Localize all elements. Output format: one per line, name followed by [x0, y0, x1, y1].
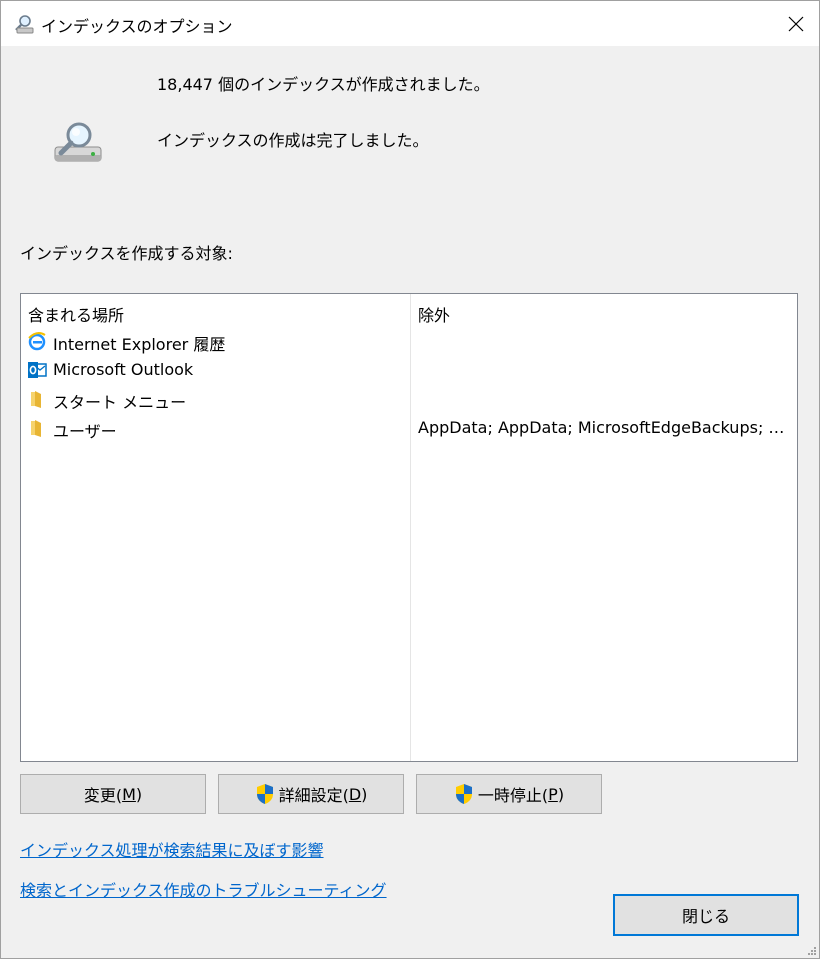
title-bar: インデックスのオプション [1, 1, 819, 46]
indexing-drive-icon [54, 122, 102, 162]
close-window-button[interactable] [773, 1, 819, 46]
pause-access-key: P [548, 784, 558, 804]
pause-label-end: ) [557, 784, 565, 804]
advanced-label-end: ) [361, 784, 368, 804]
search-index-icon [15, 15, 34, 34]
exclude-label: AppData; AppData; MicrosoftEdgeBackups; … [418, 418, 790, 437]
location-label: スタート メニュー [53, 393, 187, 412]
troubleshoot-link[interactable]: 検索とインデックス作成のトラブルシューティング [20, 877, 387, 901]
close-icon [788, 16, 804, 31]
list-item[interactable]: Microsoft Outlook [21, 357, 797, 386]
indexed-locations-list[interactable]: 含まれる場所 除外 Internet Explorer 履歴 Microsoft… [20, 293, 798, 762]
indexing-effect-link[interactable]: インデックス処理が検索結果に及ぼす影響 [20, 837, 324, 861]
ie-icon [28, 332, 46, 351]
location-label: Internet Explorer 履歴 [53, 335, 226, 354]
location-label: Microsoft Outlook [53, 360, 194, 379]
list-item[interactable]: Internet Explorer 履歴 [21, 328, 797, 357]
close-button-label: 閉じる [681, 907, 730, 926]
list-item[interactable]: スタート メニュー [21, 386, 797, 415]
index-locations-label: インデックスを作成する対象: [20, 244, 233, 263]
folder-icon [31, 420, 41, 437]
index-state-text: インデックスの作成は完了しました。 [157, 131, 429, 150]
advanced-access-key: D [348, 784, 362, 804]
window-title: インデックスのオプション [41, 17, 233, 36]
column-header-included[interactable]: 含まれる場所 [28, 302, 124, 326]
pause-button[interactable]: 一時停止(P) [416, 774, 602, 814]
pause-label: 一時停止( [477, 786, 549, 805]
list-item[interactable]: ユーザー AppData; AppData; MicrosoftEdgeBack… [21, 415, 797, 444]
column-header-excluded[interactable]: 除外 [418, 302, 450, 326]
indexing-options-window: インデックスのオプション 18,447 個のインデックスが作成されました。 イン… [0, 0, 820, 959]
advanced-label: 詳細設定( [278, 786, 349, 805]
uac-shield-icon [455, 784, 472, 804]
modify-button[interactable]: 変更(M) [20, 774, 206, 814]
resize-grip-icon[interactable] [807, 946, 817, 956]
advanced-button[interactable]: 詳細設定(D) [218, 774, 404, 814]
close-button[interactable]: 閉じる [613, 894, 799, 936]
location-label: ユーザー [53, 422, 117, 441]
modify-label-end: ) [135, 784, 143, 804]
modify-label: 変更( [83, 786, 123, 805]
outlook-icon [28, 362, 47, 378]
uac-shield-icon [256, 784, 273, 804]
index-count-text: 18,447 個のインデックスが作成されました。 [157, 75, 490, 94]
folder-icon [31, 391, 41, 408]
modify-access-key: M [122, 784, 136, 804]
